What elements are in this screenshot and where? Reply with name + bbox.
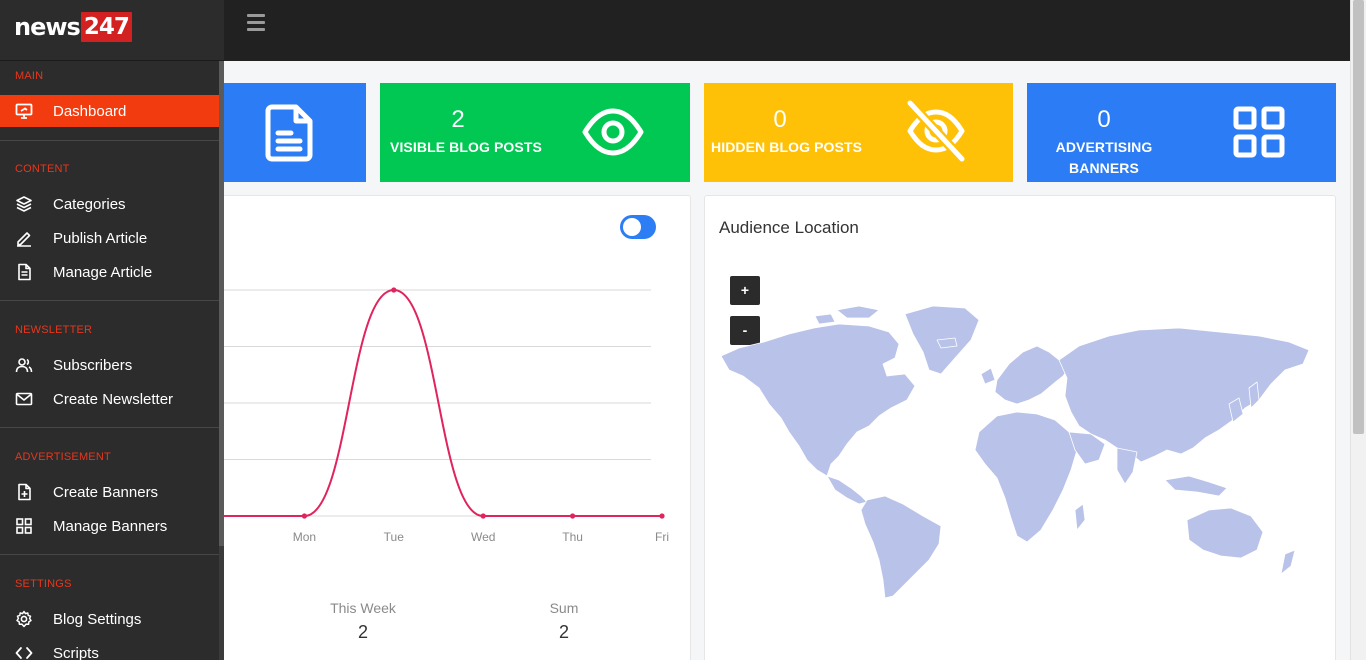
data-point[interactable] bbox=[480, 513, 486, 519]
grid-icon bbox=[1233, 106, 1285, 158]
document-icon bbox=[265, 104, 313, 162]
visitors-chart-panel: Mon Tue Wed Thu Fri This Week 2 Sum 2 bbox=[214, 195, 691, 660]
monitor-icon bbox=[15, 103, 33, 119]
sidebar: news 247 MAIN Dashboard CONTENT Categori… bbox=[0, 0, 224, 660]
dashboard-main: 2 VISIBLE BLOG POSTS 0 HIDDEN BLOG POSTS… bbox=[214, 61, 1350, 660]
data-point[interactable] bbox=[570, 513, 576, 519]
file-plus-icon bbox=[18, 483, 31, 501]
eye-off-icon bbox=[905, 99, 967, 163]
grid-icon bbox=[16, 518, 32, 534]
users-icon bbox=[15, 358, 33, 373]
stat-card-banners[interactable]: 0 ADVERTISING BANNERS bbox=[1027, 83, 1336, 182]
sidebar-item-dashboard[interactable]: Dashboard bbox=[0, 95, 219, 127]
audience-location-panel: Audience Location + - bbox=[704, 195, 1336, 660]
sidebar-item-manage-article[interactable]: Manage Article bbox=[0, 256, 219, 288]
sidebar-item-create-banners[interactable]: Create Banners bbox=[0, 476, 219, 508]
sidebar-item-subscribers[interactable]: Subscribers bbox=[0, 349, 219, 381]
x-tick-label: Wed bbox=[471, 530, 495, 544]
mail-icon bbox=[15, 392, 33, 406]
document-icon bbox=[18, 263, 31, 281]
world-map[interactable] bbox=[719, 304, 1323, 604]
sidebar-item-manage-banners[interactable]: Manage Banners bbox=[0, 510, 219, 542]
eye-icon bbox=[582, 108, 644, 156]
x-tick-label: Thu bbox=[562, 530, 583, 544]
section-title-newsletter: NEWSLETTER bbox=[15, 324, 93, 336]
x-tick-label: Fri bbox=[655, 530, 669, 544]
map-title: Audience Location bbox=[719, 218, 859, 237]
page-scrollbar[interactable] bbox=[1350, 0, 1366, 660]
data-point[interactable] bbox=[301, 513, 307, 519]
banners-count: 0 bbox=[1097, 106, 1111, 133]
sidebar-item-blog-settings[interactable]: Blog Settings bbox=[0, 603, 219, 635]
data-point[interactable] bbox=[659, 513, 665, 519]
x-tick-label: Tue bbox=[384, 530, 405, 544]
section-title-main: MAIN bbox=[15, 70, 44, 82]
brand-logo[interactable]: news 247 bbox=[14, 11, 132, 43]
x-tick-label: Mon bbox=[293, 530, 316, 544]
data-point[interactable] bbox=[391, 287, 397, 293]
sum-stat: Sum 2 bbox=[549, 600, 579, 642]
sidebar-item-create-newsletter[interactable]: Create Newsletter bbox=[0, 383, 219, 415]
sidebar-scrollbar[interactable] bbox=[219, 61, 224, 660]
this-week-stat: This Week 2 bbox=[330, 600, 396, 642]
hidden-posts-label: HIDDEN BLOG POSTS bbox=[711, 139, 863, 155]
sidebar-item-scripts[interactable]: Scripts bbox=[0, 637, 219, 660]
pen-icon bbox=[17, 232, 31, 247]
visible-posts-count: 2 bbox=[451, 106, 465, 133]
section-title-advertisement: ADVERTISEMENT bbox=[15, 451, 111, 463]
section-title-settings: SETTINGS bbox=[15, 578, 72, 590]
line-chart: Mon Tue Wed Thu Fri bbox=[215, 287, 669, 544]
hamburger-menu-icon[interactable] bbox=[247, 14, 265, 32]
hidden-posts-count: 0 bbox=[773, 106, 787, 133]
visible-posts-label: VISIBLE BLOG POSTS bbox=[390, 139, 542, 155]
stat-card-visible-posts[interactable]: 2 VISIBLE BLOG POSTS bbox=[380, 83, 690, 182]
banners-label-line2: BANNERS bbox=[1069, 160, 1139, 176]
map-zoom-in-button[interactable]: + bbox=[730, 276, 760, 305]
gear-icon bbox=[16, 610, 32, 628]
stat-card-posts[interactable] bbox=[224, 83, 366, 182]
section-title-content: CONTENT bbox=[15, 163, 70, 175]
banners-label-line1: ADVERTISING bbox=[1055, 139, 1153, 155]
sidebar-item-publish-article[interactable]: Publish Article bbox=[0, 222, 219, 254]
sidebar-item-categories[interactable]: Categories bbox=[0, 188, 219, 220]
stat-card-hidden-posts[interactable]: 0 HIDDEN BLOG POSTS bbox=[704, 83, 1013, 182]
layers-icon bbox=[16, 196, 32, 212]
code-icon bbox=[15, 647, 33, 659]
